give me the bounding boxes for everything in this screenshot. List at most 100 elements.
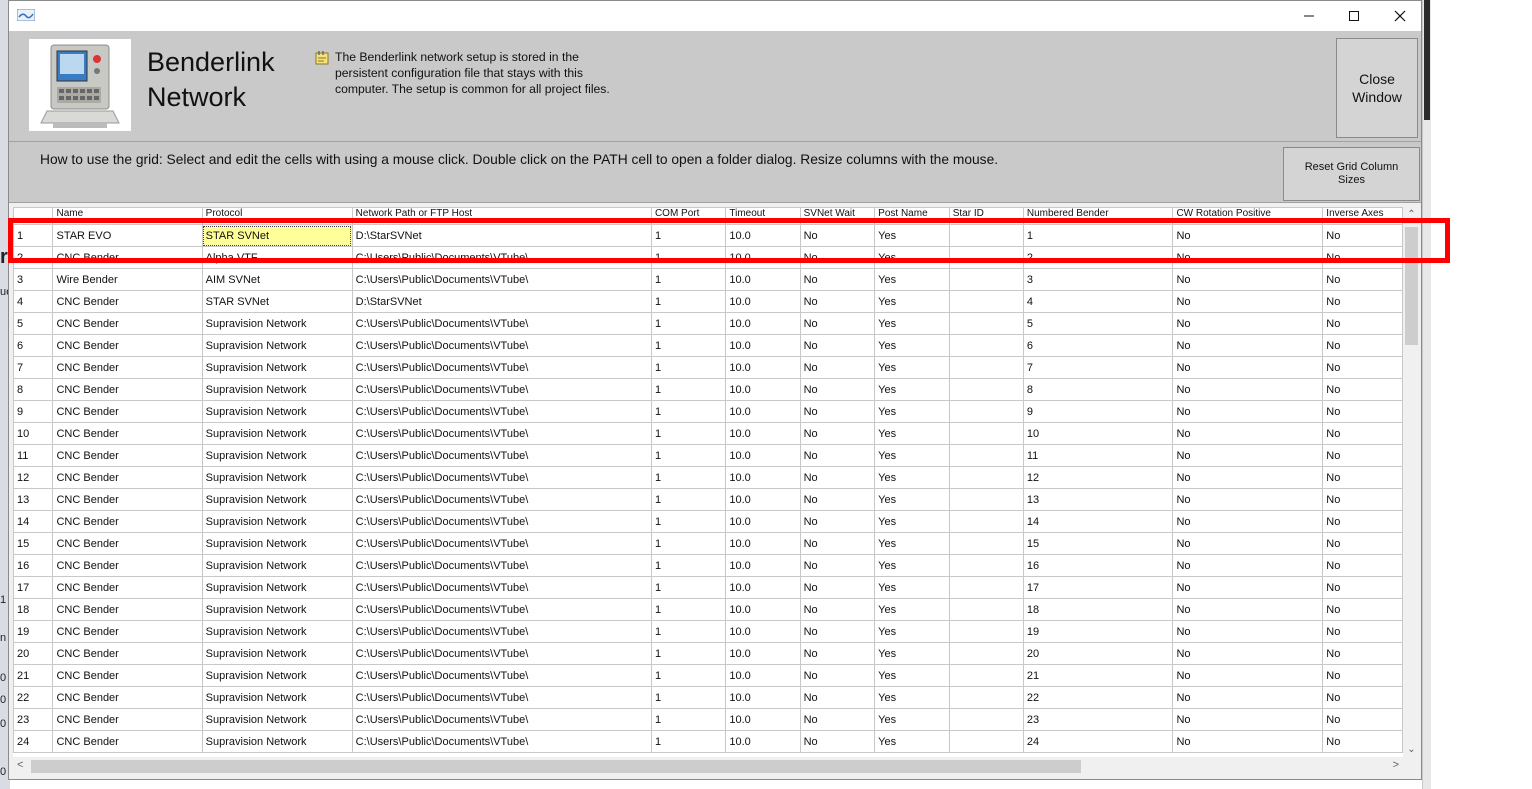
table-cell[interactable]: No <box>1322 488 1403 511</box>
table-cell[interactable]: No <box>1322 664 1403 687</box>
row-number-cell[interactable]: 3 <box>13 268 54 291</box>
table-cell[interactable]: Supravision Network <box>201 488 353 511</box>
table-cell[interactable]: CNC Bender <box>52 576 203 599</box>
table-row[interactable]: 10 CNC Bender Supravision Network C:\Users\… <box>13 422 1403 445</box>
table-cell[interactable]: CNC Bender <box>52 620 203 643</box>
table-row[interactable]: 23 CNC Bender Supravision Network C:\Users\… <box>13 708 1403 731</box>
table-cell[interactable]: Yes <box>874 466 950 489</box>
table-row[interactable]: 17 CNC Bender Supravision Network C:\Users\… <box>13 576 1403 599</box>
table-cell[interactable] <box>948 422 1024 445</box>
table-cell[interactable]: Supravision Network <box>201 510 353 533</box>
table-cell[interactable]: 1 <box>650 554 727 577</box>
table-cell[interactable]: Yes <box>874 246 950 269</box>
table-cell[interactable]: Yes <box>874 444 950 467</box>
table-cell[interactable]: CNC Bender <box>52 246 203 269</box>
table-cell[interactable]: No <box>799 510 876 533</box>
table-cell[interactable] <box>948 312 1024 335</box>
table-cell[interactable]: 10.0 <box>725 686 801 709</box>
table-cell[interactable]: No <box>1172 598 1324 621</box>
table-cell[interactable]: No <box>1322 510 1403 533</box>
table-cell[interactable]: No <box>1322 554 1403 577</box>
table-cell[interactable]: Yes <box>874 488 950 511</box>
reset-grid-column-sizes-button[interactable]: Reset Grid Column Sizes <box>1283 147 1420 201</box>
table-cell[interactable]: No <box>1322 356 1403 379</box>
table-cell[interactable]: C:\Users\Public\Documents\VTube\ <box>351 730 652 753</box>
table-cell[interactable]: C:\Users\Public\Documents\VTube\ <box>351 642 652 665</box>
table-cell[interactable] <box>948 642 1024 665</box>
table-cell[interactable]: CNC Bender <box>52 422 203 445</box>
table-cell[interactable]: 8 <box>1022 378 1174 401</box>
table-cell[interactable]: Supravision Network <box>201 466 353 489</box>
table-cell[interactable]: Supravision Network <box>201 664 353 687</box>
table-row[interactable]: 15 CNC Bender Supravision Network C:\Users\… <box>13 532 1403 555</box>
table-cell[interactable]: C:\Users\Public\Documents\VTube\ <box>351 576 652 599</box>
column-header[interactable]: SVNet Wait <box>799 207 876 225</box>
table-cell[interactable]: No <box>1172 246 1324 269</box>
table-cell[interactable]: Supravision Network <box>201 642 353 665</box>
table-cell[interactable]: STAR EVO <box>52 224 203 247</box>
table-cell[interactable]: 13 <box>1022 488 1174 511</box>
table-cell[interactable]: C:\Users\Public\Documents\VTube\ <box>351 356 652 379</box>
table-cell[interactable]: 10.0 <box>725 510 801 533</box>
table-cell[interactable]: No <box>799 246 876 269</box>
table-cell[interactable]: C:\Users\Public\Documents\VTube\ <box>351 268 652 291</box>
table-cell[interactable] <box>948 334 1024 357</box>
table-cell[interactable]: No <box>799 378 876 401</box>
table-cell[interactable]: D:\StarSVNet <box>351 224 652 247</box>
table-cell[interactable]: 1 <box>650 488 727 511</box>
vertical-scroll-thumb[interactable] <box>1405 227 1418 345</box>
table-cell[interactable]: No <box>1322 422 1403 445</box>
table-cell[interactable]: Yes <box>874 224 950 247</box>
table-row[interactable]: 20 CNC Bender Supravision Network C:\Users\… <box>13 642 1403 665</box>
table-cell[interactable]: 11 <box>1022 444 1174 467</box>
table-cell[interactable]: No <box>799 576 876 599</box>
table-cell[interactable]: Yes <box>874 730 950 753</box>
table-cell[interactable]: 10.0 <box>725 444 801 467</box>
table-row[interactable]: 16 CNC Bender Supravision Network C:\Users\… <box>13 554 1403 577</box>
table-cell[interactable]: 10.0 <box>725 356 801 379</box>
table-cell[interactable]: CNC Bender <box>52 400 203 423</box>
row-number-cell[interactable]: 11 <box>13 444 54 467</box>
row-number-cell[interactable]: 6 <box>13 334 54 357</box>
table-cell[interactable]: No <box>799 400 876 423</box>
table-cell[interactable]: No <box>799 730 876 753</box>
table-cell[interactable] <box>948 598 1024 621</box>
table-row[interactable]: 5 CNC Bender Supravision Network C:\Users\P… <box>13 312 1403 335</box>
table-cell[interactable]: CNC Bender <box>52 466 203 489</box>
table-cell[interactable]: Supravision Network <box>201 444 353 467</box>
table-cell[interactable] <box>948 268 1024 291</box>
table-row[interactable]: 19 CNC Bender Supravision Network C:\Users\… <box>13 620 1403 643</box>
table-cell[interactable]: 1 <box>1022 224 1174 247</box>
table-cell[interactable]: No <box>1322 268 1403 291</box>
table-cell[interactable] <box>948 664 1024 687</box>
row-number-cell[interactable]: 22 <box>13 686 54 709</box>
row-number-cell[interactable]: 13 <box>13 488 54 511</box>
table-cell[interactable]: No <box>1172 686 1324 709</box>
benderlink-network-grid[interactable]: Name Protocol Network Path or FTP Host COM … <box>13 207 1403 757</box>
table-row[interactable]: 11 CNC Bender Supravision Network C:\Users\… <box>13 444 1403 467</box>
table-cell[interactable]: No <box>1172 290 1324 313</box>
scroll-right-arrow-icon[interactable]: > <box>1393 759 1399 771</box>
table-cell[interactable]: CNC Bender <box>52 334 203 357</box>
row-number-cell[interactable]: 24 <box>13 730 54 753</box>
table-cell[interactable] <box>948 400 1024 423</box>
table-cell[interactable]: No <box>1322 466 1403 489</box>
table-cell[interactable]: CNC Bender <box>52 598 203 621</box>
table-cell[interactable]: 1 <box>650 686 727 709</box>
table-cell[interactable]: Supravision Network <box>201 620 353 643</box>
column-header[interactable]: COM Port <box>650 207 727 225</box>
row-number-cell[interactable]: 17 <box>13 576 54 599</box>
table-cell[interactable]: 1 <box>650 532 727 555</box>
table-cell[interactable]: CNC Bender <box>52 554 203 577</box>
table-cell[interactable]: No <box>1172 664 1324 687</box>
table-cell[interactable] <box>948 246 1024 269</box>
table-cell[interactable]: 10.0 <box>725 598 801 621</box>
table-cell[interactable]: Yes <box>874 312 950 335</box>
table-cell[interactable]: CNC Bender <box>52 686 203 709</box>
table-cell[interactable] <box>948 290 1024 313</box>
table-cell[interactable]: Yes <box>874 708 950 731</box>
table-cell[interactable]: No <box>799 532 876 555</box>
table-cell[interactable]: No <box>799 312 876 335</box>
table-row[interactable]: 22 CNC Bender Supravision Network C:\Users\… <box>13 686 1403 709</box>
table-cell[interactable]: No <box>1172 224 1324 247</box>
